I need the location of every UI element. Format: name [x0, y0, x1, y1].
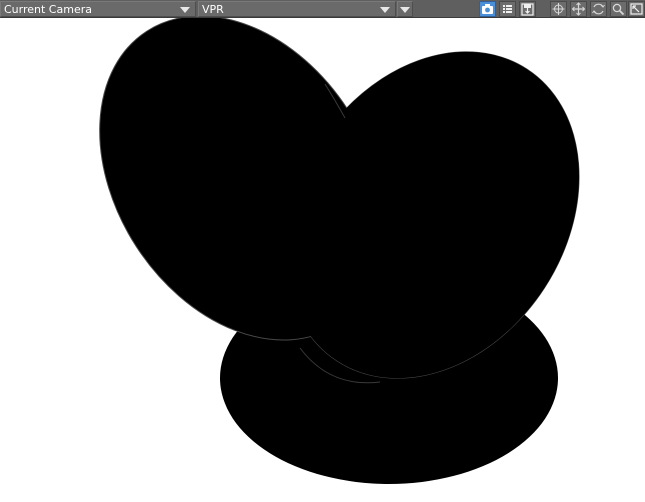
- save-icon: [521, 3, 534, 16]
- viewport-window: Current Camera VPR: [0, 0, 645, 502]
- move-view-button[interactable]: [570, 1, 587, 17]
- maximize-icon: [630, 3, 643, 15]
- chevron-down-icon: [380, 7, 390, 13]
- render-mode-value: VPR: [202, 3, 224, 16]
- chevron-down-icon: [180, 7, 190, 13]
- chevron-down-icon: [400, 7, 410, 13]
- rotate-icon: [592, 3, 605, 15]
- camera-select-dropdown[interactable]: Current Camera: [0, 1, 196, 17]
- camera-view-button[interactable]: [479, 1, 496, 17]
- rotate-view-button[interactable]: [590, 1, 607, 17]
- list-icon: [503, 5, 512, 13]
- zoom-view-button[interactable]: [610, 1, 627, 17]
- move-icon: [571, 2, 586, 16]
- list-view-button[interactable]: [499, 1, 516, 17]
- render-viewport[interactable]: [0, 18, 645, 502]
- camera-icon: [482, 4, 493, 14]
- camera-select-value: Current Camera: [4, 3, 92, 16]
- crosshair-icon: [552, 3, 565, 15]
- center-view-button[interactable]: [550, 1, 567, 17]
- maximize-viewport-button[interactable]: [628, 1, 645, 17]
- viewport-toolbar: Current Camera VPR: [0, 0, 645, 18]
- render-mode-dropdown[interactable]: VPR: [198, 1, 396, 17]
- save-render-button[interactable]: [519, 1, 536, 17]
- render-canvas: [99, 18, 580, 484]
- viewport-options-dropdown[interactable]: [397, 1, 413, 17]
- zoom-icon: [612, 3, 625, 16]
